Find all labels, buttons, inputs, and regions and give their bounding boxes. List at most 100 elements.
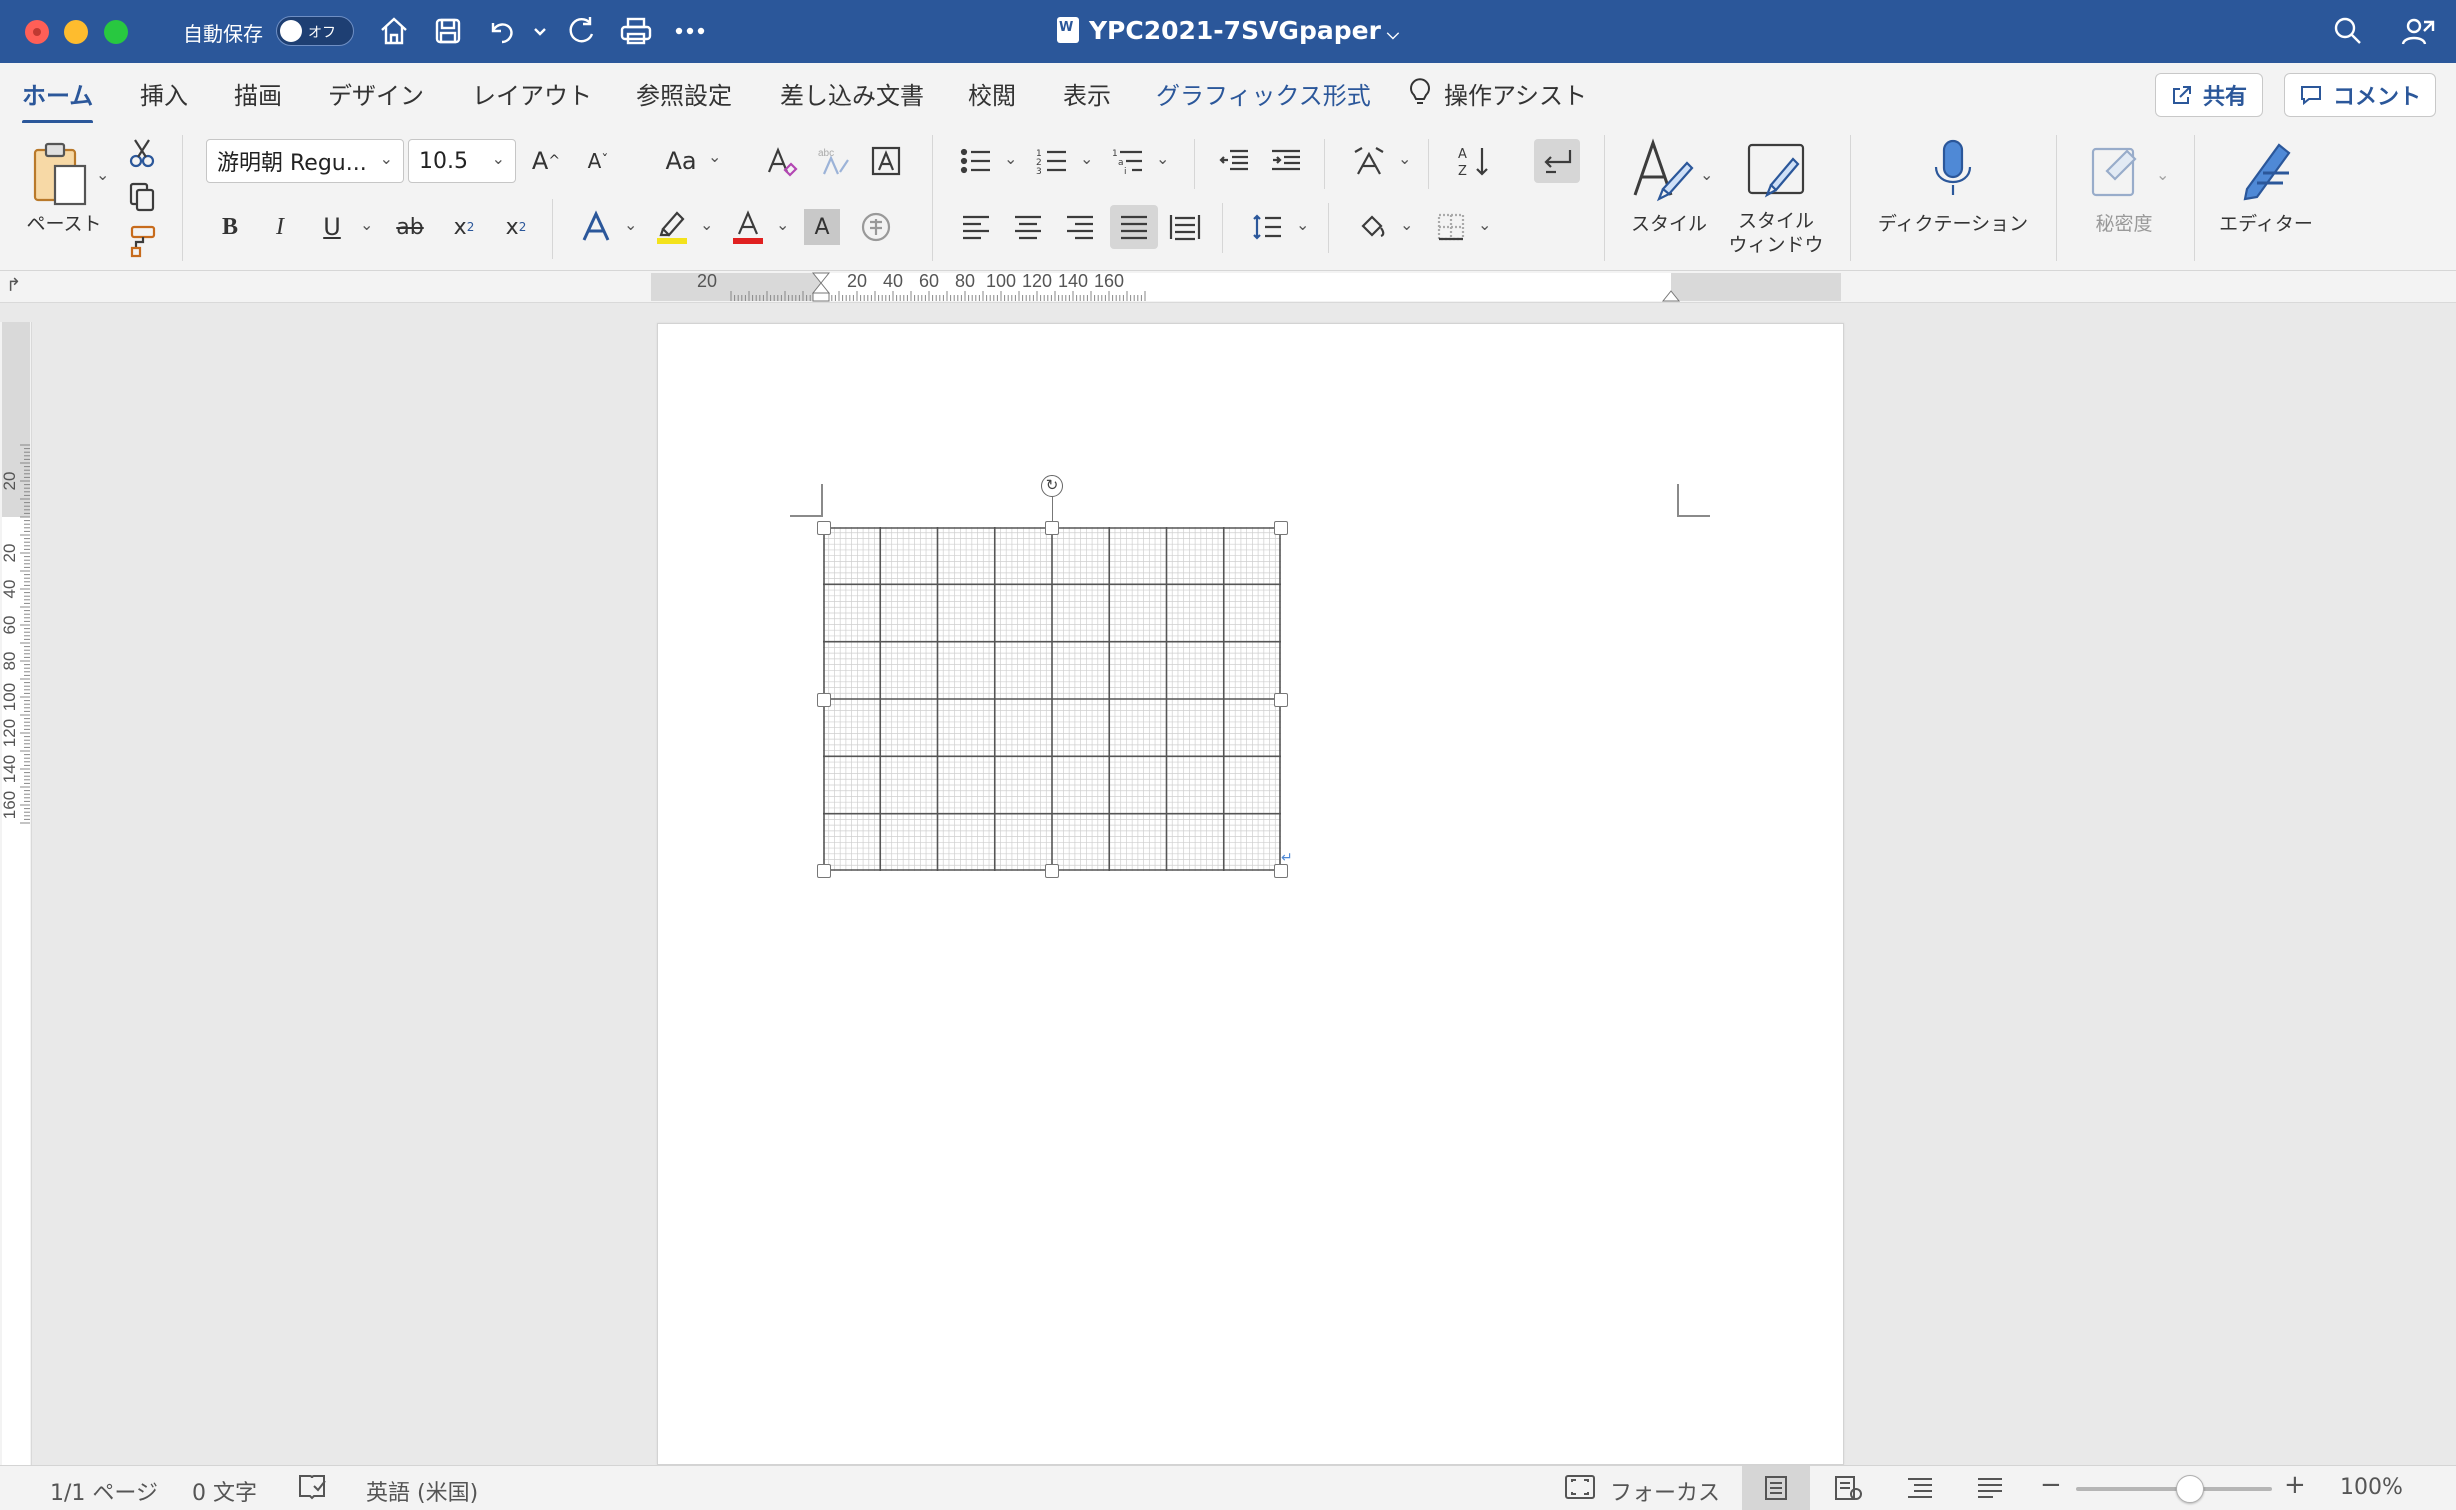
subscript-button[interactable]: x2: [446, 207, 482, 247]
ruler-toggle-icon[interactable]: ↱: [6, 275, 26, 297]
share-person-icon[interactable]: [2396, 12, 2440, 50]
font-size-select[interactable]: 10.5 ⌄: [408, 139, 516, 183]
multilevel-list-icon[interactable]: 1ai: [1110, 143, 1146, 179]
zoom-level[interactable]: 100%: [2340, 1475, 2403, 1500]
comment-button[interactable]: コメント: [2284, 73, 2436, 117]
title-chevron-icon[interactable]: ⌵: [1387, 24, 1399, 43]
phonetic-guide-icon[interactable]: abc: [814, 141, 854, 181]
numbering-icon[interactable]: 123: [1034, 143, 1070, 179]
rotate-handle-icon[interactable]: ↻: [1041, 475, 1063, 497]
highlight-chevron-icon[interactable]: ⌄: [700, 215, 713, 234]
bold-button[interactable]: B: [212, 207, 248, 247]
format-painter-icon[interactable]: [124, 223, 160, 259]
tab-references[interactable]: 参照設定: [636, 76, 732, 111]
line-spacing-icon[interactable]: [1248, 209, 1286, 245]
copy-icon[interactable]: [124, 179, 160, 215]
word-count[interactable]: 0 文字: [192, 1475, 257, 1507]
numbering-chevron-icon[interactable]: ⌄: [1080, 149, 1093, 168]
sensitivity-chevron-icon[interactable]: ⌄: [2156, 165, 2169, 184]
draft-view-button[interactable]: [1956, 1466, 2024, 1510]
language-status[interactable]: 英語 (米国): [366, 1475, 478, 1507]
undo-history-chevron-icon[interactable]: [528, 12, 552, 50]
text-effects-icon[interactable]: [576, 207, 616, 247]
highlight-icon[interactable]: [652, 207, 692, 247]
outline-view-button[interactable]: [1886, 1466, 1954, 1510]
save-icon[interactable]: [430, 12, 466, 50]
strikethrough-button[interactable]: ab: [390, 207, 430, 247]
dictation-label[interactable]: ディクテーション: [1870, 209, 2036, 236]
shading-chevron-icon[interactable]: ⌄: [1400, 215, 1413, 234]
tab-view[interactable]: 表示: [1063, 76, 1111, 111]
tab-mailings[interactable]: 差し込み文書: [780, 76, 924, 111]
styles-pane-icon[interactable]: [1740, 135, 1812, 205]
font-name-select[interactable]: 游明朝 Regu... ⌄: [206, 139, 404, 183]
asian-layout-icon[interactable]: [1350, 143, 1388, 179]
borders-icon[interactable]: [1432, 209, 1470, 245]
styles-pane-label[interactable]: スタイル ウィンドウ: [1724, 209, 1828, 257]
close-window-button[interactable]: [25, 20, 49, 44]
borders-chevron-icon[interactable]: ⌄: [1478, 215, 1491, 234]
bullets-chevron-icon[interactable]: ⌄: [1004, 149, 1017, 168]
zoom-out-button[interactable]: −: [2040, 1470, 2062, 1500]
tab-review[interactable]: 校閲: [968, 76, 1016, 111]
focus-icon[interactable]: [1564, 1473, 1596, 1507]
editor-icon[interactable]: [2230, 135, 2302, 205]
print-layout-view-button[interactable]: [1742, 1466, 1810, 1510]
print-icon[interactable]: [616, 12, 656, 50]
shading-icon[interactable]: [1354, 209, 1392, 245]
tab-design[interactable]: デザイン: [328, 76, 424, 111]
minimize-window-button[interactable]: [64, 20, 88, 44]
document-title-text[interactable]: YPC2021-7SVGpaper: [1089, 16, 1381, 45]
character-border-icon[interactable]: [866, 141, 906, 181]
zoom-slider-track[interactable]: [2076, 1475, 2272, 1503]
character-shading-button[interactable]: A: [804, 209, 840, 245]
focus-label[interactable]: フォーカス: [1610, 1475, 1720, 1507]
font-color-icon[interactable]: [728, 207, 768, 247]
shrink-font-button[interactable]: Aˇ: [578, 141, 618, 181]
superscript-button[interactable]: x2: [498, 207, 534, 247]
maximize-window-button[interactable]: [104, 20, 128, 44]
resize-handle-top[interactable]: [1045, 521, 1059, 535]
enclose-characters-icon[interactable]: [856, 207, 896, 247]
redo-icon[interactable]: [562, 12, 600, 50]
asian-layout-chevron-icon[interactable]: ⌄: [1398, 149, 1411, 168]
font-color-chevron-icon[interactable]: ⌄: [776, 215, 789, 234]
bullets-icon[interactable]: [958, 143, 994, 179]
resize-handle-bottom-right[interactable]: [1274, 864, 1288, 878]
show-formatting-marks-icon[interactable]: [1534, 139, 1580, 183]
proofing-icon[interactable]: [296, 1472, 328, 1508]
underline-chevron-icon[interactable]: ⌄: [360, 215, 373, 234]
align-right-icon[interactable]: [1062, 209, 1098, 245]
cut-icon[interactable]: [124, 135, 160, 171]
zoom-slider-thumb[interactable]: [2175, 1475, 2204, 1503]
grow-font-button[interactable]: A ^: [526, 141, 566, 181]
resize-handle-left[interactable]: [817, 693, 831, 707]
increase-indent-icon[interactable]: [1268, 143, 1304, 179]
underline-button[interactable]: U: [314, 207, 350, 247]
tab-insert[interactable]: 挿入: [140, 76, 188, 111]
editor-label[interactable]: エディター: [2206, 209, 2326, 236]
sort-icon[interactable]: AZ: [1454, 141, 1494, 181]
line-spacing-chevron-icon[interactable]: ⌄: [1296, 215, 1309, 234]
align-center-icon[interactable]: [1010, 209, 1046, 245]
tab-draw[interactable]: 描画: [234, 76, 282, 111]
microphone-icon[interactable]: [1918, 135, 1988, 205]
paste-button[interactable]: [26, 139, 96, 209]
text-effects-chevron-icon[interactable]: ⌄: [624, 215, 637, 234]
change-case-button[interactable]: Aa: [656, 141, 706, 181]
document-page[interactable]: [657, 323, 1844, 1465]
vertical-ruler[interactable]: 20 20 40 60 80 100 120 140 160: [0, 322, 32, 1465]
resize-handle-bottom[interactable]: [1045, 864, 1059, 878]
resize-handle-right[interactable]: [1274, 693, 1288, 707]
undo-icon[interactable]: [484, 12, 520, 50]
share-button[interactable]: 共有: [2155, 73, 2263, 117]
home-icon[interactable]: [376, 12, 412, 50]
resize-handle-top-left[interactable]: [817, 521, 831, 535]
horizontal-ruler[interactable]: 20 20 40 60 80 100 120 140 160: [651, 271, 1841, 303]
justify-icon[interactable]: [1110, 205, 1158, 249]
resize-handle-bottom-left[interactable]: [817, 864, 831, 878]
styles-chevron-icon[interactable]: ⌄: [1700, 165, 1713, 184]
resize-handle-top-right[interactable]: [1274, 521, 1288, 535]
tab-tell-me[interactable]: 操作アシスト: [1408, 76, 1587, 114]
italic-button[interactable]: I: [262, 207, 298, 247]
